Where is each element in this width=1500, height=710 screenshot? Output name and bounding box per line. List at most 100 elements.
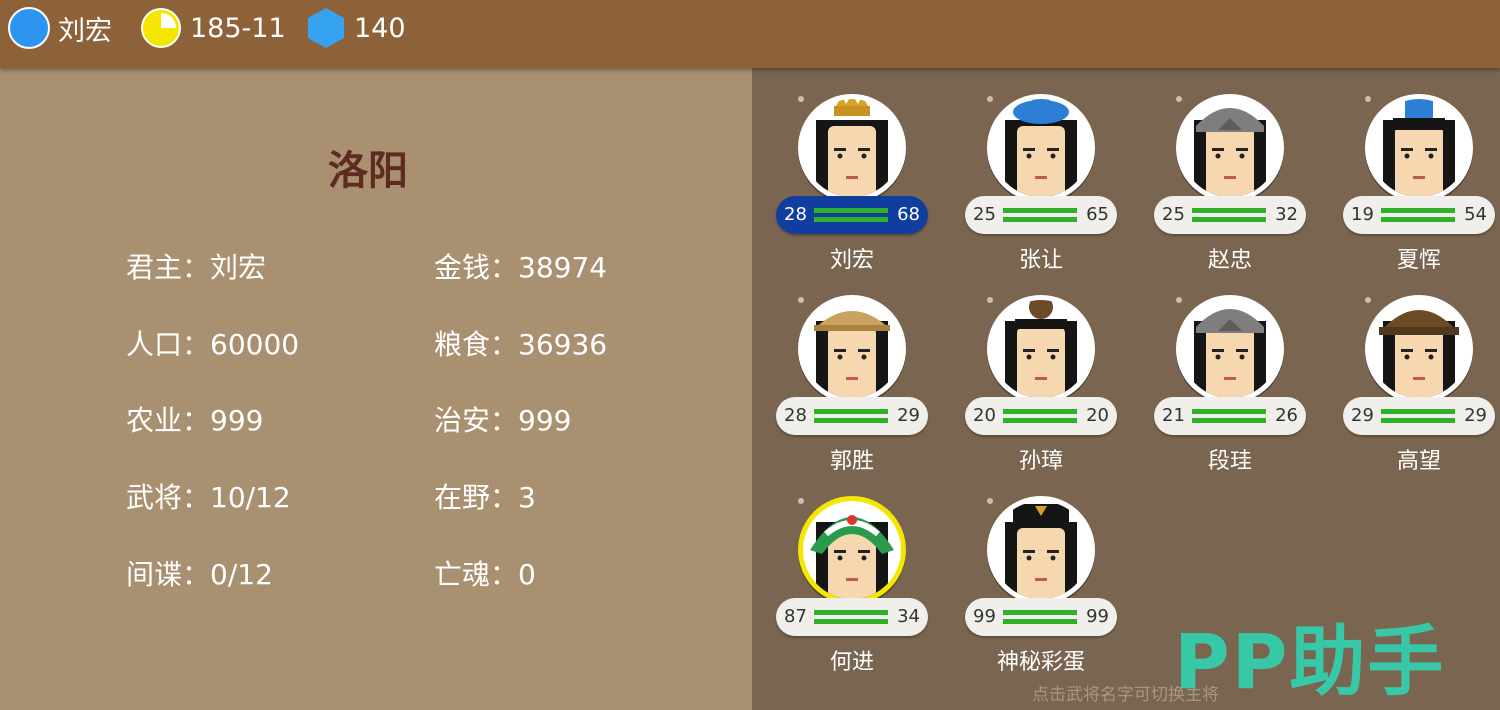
general-name[interactable]: 高望: [1343, 443, 1495, 475]
stat-bar-line: [814, 409, 888, 414]
general-portrait[interactable]: [985, 494, 1097, 606]
stat-bar-line: [1003, 208, 1077, 213]
general-card[interactable]: 87 34 何进: [776, 470, 928, 675]
stat-bar-line: [1003, 619, 1077, 624]
ruler-indicator[interactable]: 刘宏: [8, 6, 112, 50]
general-stat-bar: 29 29: [1343, 397, 1495, 435]
stat-value: 10/12: [210, 481, 291, 514]
gem-indicator: 140: [306, 6, 406, 50]
general-portrait[interactable]: [796, 293, 908, 405]
city-stat: 金钱：38974: [434, 246, 607, 286]
stat-label: 人口：: [126, 328, 211, 361]
stat-bar-line: [1003, 610, 1077, 615]
ruler-name: 刘宏: [58, 15, 112, 47]
stat-left: 25: [1162, 204, 1185, 225]
stat-left: 87: [784, 606, 807, 627]
general-stat-bar: 21 26: [1154, 397, 1306, 435]
stat-right: 26: [1275, 405, 1298, 426]
stat-left: 21: [1162, 405, 1185, 426]
general-portrait[interactable]: [796, 92, 908, 204]
city-stat: 治安：999: [434, 399, 571, 439]
general-stat-bar: 28 29: [776, 397, 928, 435]
stat-label: 间谍：: [126, 558, 211, 591]
stat-label: 粮食：: [434, 328, 519, 361]
general-stat-bar: 25 65: [965, 196, 1117, 234]
stat-bar-line: [814, 619, 888, 624]
general-portrait[interactable]: [1363, 293, 1475, 405]
stat-bar-line: [1192, 409, 1266, 414]
general-card[interactable]: 25 32 赵忠: [1154, 68, 1306, 273]
general-portrait[interactable]: [1363, 92, 1475, 204]
stat-bar-line: [814, 610, 888, 615]
stat-value: 0: [518, 558, 536, 591]
stat-left: 28: [784, 405, 807, 426]
city-stat: 君主：刘宏: [126, 246, 266, 286]
stat-value: 3: [518, 481, 536, 514]
gem-icon: [308, 8, 344, 48]
general-card[interactable]: 21 26 段珪: [1154, 269, 1306, 474]
clock-icon: [141, 8, 181, 48]
stat-left: 20: [973, 405, 996, 426]
stat-bar-line: [1381, 217, 1455, 222]
general-card[interactable]: 28 68 刘宏: [776, 68, 928, 273]
stat-value: 999: [210, 404, 264, 437]
general-stat-bar: 99 99: [965, 598, 1117, 636]
stat-left: 19: [1351, 204, 1374, 225]
general-name[interactable]: 段珪: [1154, 443, 1306, 475]
stat-right: 34: [897, 606, 920, 627]
general-card[interactable]: 28 29 郭胜: [776, 269, 928, 474]
watermark: PP助手: [1174, 617, 1446, 706]
stat-right: 65: [1086, 204, 1109, 225]
stat-right: 32: [1275, 204, 1298, 225]
city-stat: 粮食：36936: [434, 323, 607, 363]
general-card[interactable]: 99 99 神秘彩蛋: [965, 470, 1117, 675]
stat-bar-line: [1003, 409, 1077, 414]
city-stat: 在野：3: [434, 476, 536, 516]
general-card[interactable]: 29 29 高望: [1343, 269, 1495, 474]
stat-left: 29: [1351, 405, 1374, 426]
stat-bar-line: [1192, 208, 1266, 213]
stat-value: 刘宏: [210, 251, 267, 284]
date-indicator: 185-11: [140, 6, 286, 50]
stat-bar-line: [1003, 217, 1077, 222]
faction-color-icon: [8, 7, 50, 49]
stat-right: 29: [897, 405, 920, 426]
stat-value: 38974: [518, 251, 608, 284]
general-portrait[interactable]: [985, 293, 1097, 405]
stat-right: 29: [1464, 405, 1487, 426]
gem-count: 140: [354, 12, 406, 44]
stat-bar-line: [1381, 409, 1455, 414]
stat-label: 武将：: [126, 481, 211, 514]
city-stat: 间谍：0/12: [126, 553, 273, 593]
game-date: 185-11: [190, 12, 286, 44]
general-card[interactable]: 25 65 张让: [965, 68, 1117, 273]
stat-label: 在野：: [434, 481, 519, 514]
stat-label: 君主：: [126, 251, 211, 284]
city-stat: 亡魂：0: [434, 553, 536, 593]
general-card[interactable]: 19 54 夏恽: [1343, 68, 1495, 273]
stat-value: 999: [518, 404, 572, 437]
stat-right: 68: [897, 204, 920, 225]
general-portrait[interactable]: [796, 494, 908, 606]
general-portrait[interactable]: [985, 92, 1097, 204]
stat-bar-line: [814, 208, 888, 213]
general-stat-bar: 20 20: [965, 397, 1117, 435]
general-portrait[interactable]: [1174, 92, 1286, 204]
stat-bar-line: [814, 418, 888, 423]
stat-label: 治安：: [434, 404, 519, 437]
stat-label: 金钱：: [434, 251, 519, 284]
stat-bar-line: [814, 217, 888, 222]
stat-label: 农业：: [126, 404, 211, 437]
stat-value: 60000: [210, 328, 300, 361]
general-stat-bar: 87 34: [776, 598, 928, 636]
stat-left: 25: [973, 204, 996, 225]
stat-bar-line: [1192, 418, 1266, 423]
general-name[interactable]: 何进: [776, 644, 928, 676]
general-card[interactable]: 20 20 孙璋: [965, 269, 1117, 474]
stat-label: 亡魂：: [434, 558, 519, 591]
stat-bar-line: [1192, 217, 1266, 222]
general-name[interactable]: 神秘彩蛋: [965, 644, 1117, 676]
general-portrait[interactable]: [1174, 293, 1286, 405]
city-stat: 农业：999: [126, 399, 263, 439]
stat-bar-line: [1003, 418, 1077, 423]
